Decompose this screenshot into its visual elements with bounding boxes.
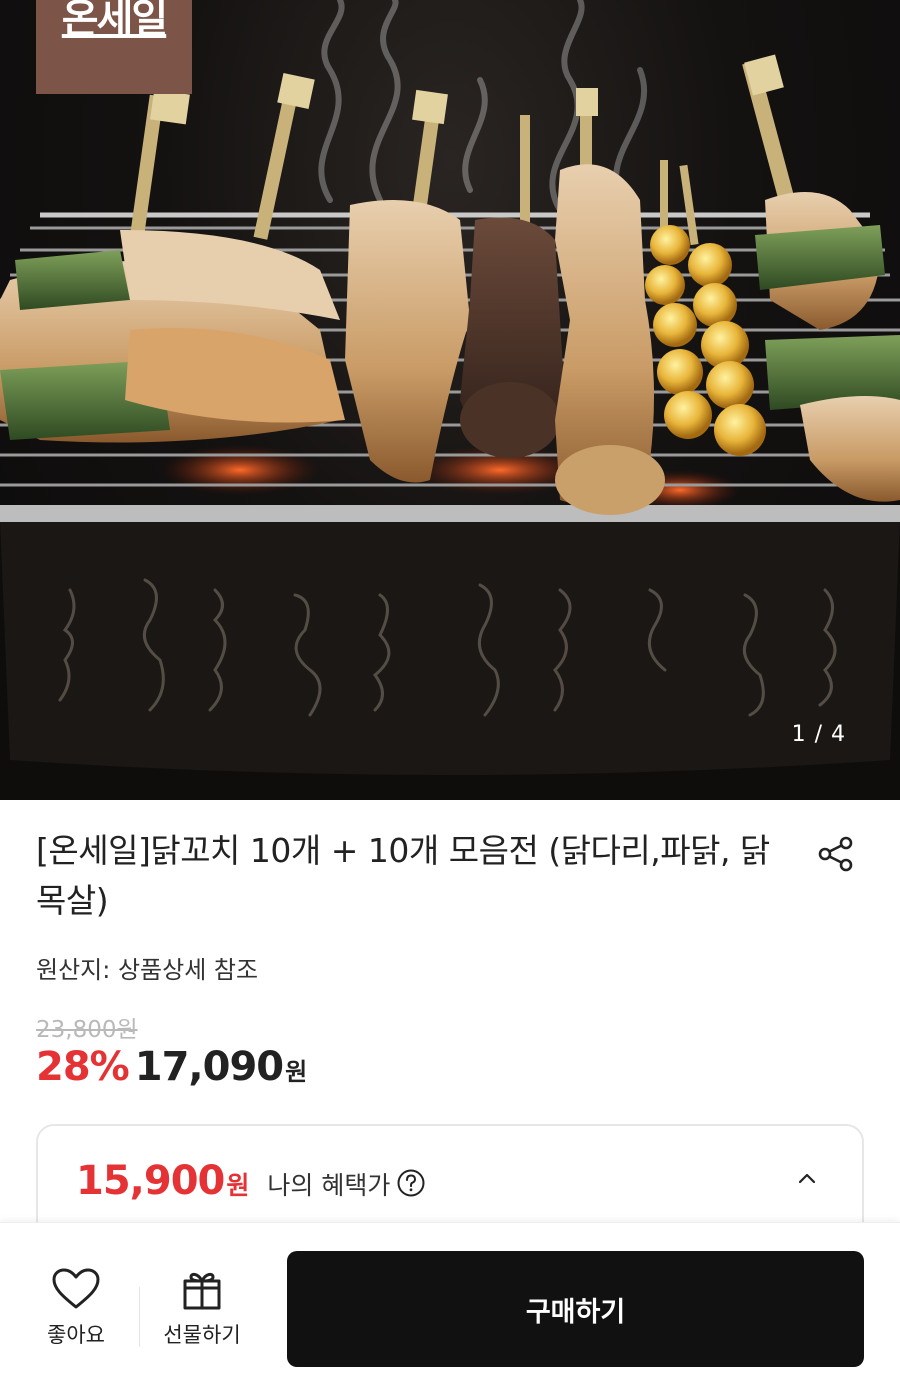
collapse-benefit-button[interactable]	[792, 1164, 822, 1194]
sale-price-currency: 원	[285, 1058, 308, 1086]
bar-divider	[139, 1287, 140, 1347]
chevron-up-icon	[798, 1173, 816, 1184]
brand-badge-text: 온세일	[61, 0, 168, 42]
question-circle-icon	[397, 1169, 425, 1197]
like-label: 좋아요	[47, 1323, 105, 1347]
share-button[interactable]	[812, 830, 860, 878]
product-photo	[0, 0, 900, 800]
discount-rate: 28%	[36, 1044, 130, 1090]
benefit-currency: 원	[226, 1171, 250, 1200]
brand-badge: 온세일	[36, 0, 192, 94]
buy-button[interactable]: 구매하기	[287, 1251, 864, 1367]
product-image-carousel[interactable]: 온세일 1 / 4	[0, 0, 900, 800]
gift-icon	[183, 1272, 221, 1310]
help-button[interactable]	[396, 1168, 426, 1198]
original-price: 23,800원	[36, 1017, 138, 1043]
price-row: 28% 17,090 원	[36, 1044, 307, 1090]
bottom-action-bar: 좋아요 선물하기 구매하기	[0, 1222, 900, 1384]
share-icon	[818, 836, 853, 872]
gift-label: 선물하기	[163, 1323, 241, 1347]
image-counter: 1 / 4	[791, 722, 846, 747]
like-button[interactable]: 좋아요	[40, 1267, 112, 1349]
benefit-price: 15,900	[76, 1158, 225, 1204]
origin-info: 원산지: 상품상세 참조	[36, 956, 259, 984]
heart-icon	[52, 1268, 100, 1309]
gift-button[interactable]: 선물하기	[152, 1267, 252, 1349]
benefit-label: 나의 혜택가	[267, 1171, 391, 1200]
sale-price: 17,090	[134, 1044, 284, 1090]
benefit-row: 15,900 원 나의 혜택가	[76, 1158, 426, 1204]
product-title: [온세일]닭꼬치 10개 + 10개 모음전 (닭다리,파닭, 닭목살)	[36, 831, 770, 920]
